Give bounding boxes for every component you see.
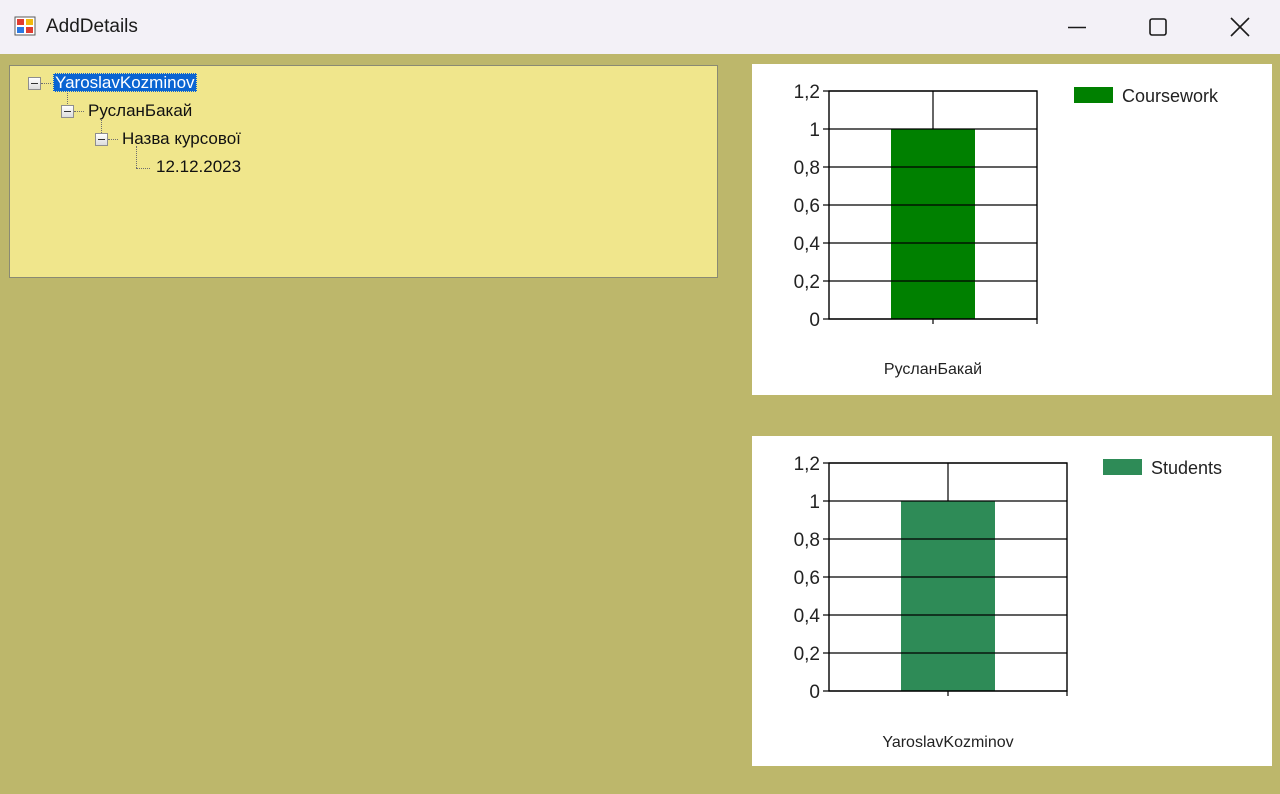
form-client-area: YaroslavKozminov РусланБакай Назва курсо…: [0, 54, 1280, 794]
tree-node-label: 12.12.2023: [156, 157, 242, 176]
y-tick-label: 0,6: [794, 196, 820, 217]
tree-node-date[interactable]: 12.12.2023: [156, 156, 241, 178]
tree-node-root[interactable]: YaroslavKozminov: [53, 72, 197, 94]
students-chart: 0 0,2 0,4 0,6 0,8 1 1,2 YaroslavKozminov Student…: [752, 436, 1272, 766]
legend-swatch: [1103, 459, 1142, 475]
maximize-button[interactable]: [1118, 0, 1198, 54]
x-category-label: YaroslavKozminov: [882, 734, 1013, 751]
tree-view[interactable]: YaroslavKozminov РусланБакай Назва курсо…: [9, 65, 718, 278]
collapse-icon[interactable]: [28, 77, 41, 90]
y-tick-label: 0: [809, 682, 820, 703]
coursework-chart-svg: 0 0,2 0,4 0,6 0,8 1 1,2 РусланБакай Coursework: [794, 82, 1219, 378]
y-tick-label: 1: [809, 120, 820, 141]
bar: [891, 129, 975, 319]
collapse-icon[interactable]: [61, 105, 74, 118]
legend-swatch: [1074, 87, 1113, 103]
x-category-label: РусланБакай: [884, 361, 982, 378]
collapse-icon[interactable]: [95, 133, 108, 146]
students-chart-svg: 0 0,2 0,4 0,6 0,8 1 1,2 YaroslavKozminov Student…: [794, 454, 1222, 751]
close-button[interactable]: [1200, 0, 1280, 54]
legend-label: Students: [1151, 458, 1222, 478]
y-tick-label: 1: [809, 492, 820, 513]
window-title: AddDetails: [46, 16, 138, 37]
coursework-chart: 0 0,2 0,4 0,6 0,8 1 1,2 РусланБакай Coursework: [752, 64, 1272, 395]
close-icon: [1230, 17, 1250, 37]
tree-connector: [74, 111, 84, 112]
y-tick-label: 1,2: [794, 82, 820, 103]
tree-node-label: Назва курсової: [122, 129, 241, 148]
maximize-icon: [1149, 18, 1167, 36]
minimize-button[interactable]: [1037, 0, 1117, 54]
tree-node-label: YaroslavKozminov: [53, 73, 197, 92]
title-bar: AddDetails: [0, 0, 1280, 54]
legend-label: Coursework: [1122, 86, 1219, 106]
y-tick-label: 0,4: [794, 606, 821, 627]
y-tick-label: 0: [809, 310, 820, 331]
y-tick-label: 0,2: [794, 272, 820, 293]
y-tick-label: 0,4: [794, 234, 821, 255]
tree-node-label: РусланБакай: [88, 101, 193, 120]
minimize-icon: [1068, 26, 1086, 29]
y-tick-label: 0,2: [794, 644, 820, 665]
tree-connector: [41, 83, 51, 84]
app-icon: [14, 16, 36, 36]
y-tick-label: 0,6: [794, 568, 820, 589]
y-tick-label: 0,8: [794, 530, 820, 551]
y-tick-label: 0,8: [794, 158, 820, 179]
tree-connector: [136, 168, 150, 169]
tree-connector: [108, 139, 118, 140]
bar: [901, 501, 995, 691]
y-tick-label: 1,2: [794, 454, 820, 475]
tree-node-student[interactable]: РусланБакай: [88, 100, 192, 122]
tree-node-coursework[interactable]: Назва курсової: [122, 128, 241, 150]
